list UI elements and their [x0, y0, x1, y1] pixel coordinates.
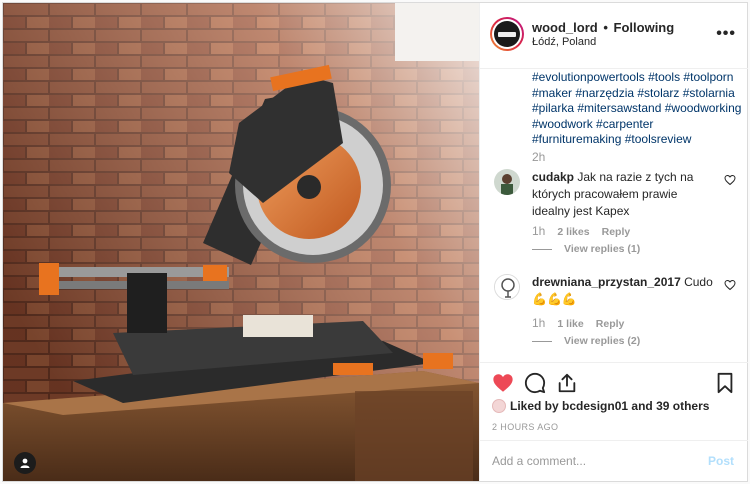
user-tag-icon[interactable]: [14, 452, 36, 474]
reply-button[interactable]: Reply: [602, 226, 631, 238]
share-icon[interactable]: [556, 372, 578, 394]
comment-text: drewniana_przystan_2017 Cudo 💪💪💪: [532, 274, 717, 308]
post-timestamp: 2 HOURS AGO: [492, 422, 559, 432]
commenter-avatar[interactable]: [494, 169, 520, 195]
comment-like-icon[interactable]: [724, 279, 736, 291]
instagram-post: wood_lord • Following Łódź, Poland ••• #…: [2, 2, 748, 482]
post-location[interactable]: Łódź, Poland: [532, 36, 596, 48]
comment-time: 1h: [532, 224, 546, 238]
post-side-panel: wood_lord • Following Łódź, Poland ••• #…: [479, 3, 748, 481]
caption-hashtags[interactable]: #evolutionpowertools #tools #toolporn #m…: [532, 70, 742, 148]
miter-saw-photo: [3, 3, 479, 481]
comment-emoji: 💪💪💪: [532, 292, 577, 306]
follow-status-button[interactable]: Following: [614, 20, 675, 35]
comment-time: 1h: [532, 316, 546, 330]
comment-bubble-icon[interactable]: [524, 372, 546, 394]
comment-like-icon[interactable]: [724, 174, 736, 186]
author-username[interactable]: wood_lord: [532, 20, 598, 35]
author-name-line: wood_lord • Following: [532, 20, 674, 35]
author-avatar[interactable]: [490, 17, 524, 51]
post-header: wood_lord • Following Łódź, Poland •••: [480, 3, 748, 69]
view-replies-button[interactable]: View replies (1): [532, 243, 640, 255]
post-comment-button[interactable]: Post: [708, 454, 734, 468]
post-photo[interactable]: [3, 3, 479, 481]
liked-by-prefix: Liked by: [510, 399, 559, 413]
comment-username[interactable]: drewniana_przystan_2017: [532, 275, 681, 289]
comment-meta: 1h 2 likes Reply: [532, 224, 639, 238]
view-replies-button[interactable]: View replies (2): [532, 335, 640, 347]
likes-summary: Liked by bcdesign01 and 39 others: [492, 399, 709, 413]
liked-by-others[interactable]: and 39 others: [631, 399, 709, 413]
separator-dot: •: [603, 20, 608, 35]
add-comment-bar: Add a comment... Post: [480, 440, 748, 481]
comment-likes[interactable]: 2 likes: [557, 226, 589, 238]
liker-avatar[interactable]: [492, 399, 506, 413]
comment-meta: 1h 1 like Reply: [532, 316, 633, 330]
comment-input[interactable]: Add a comment...: [492, 454, 586, 468]
reply-button[interactable]: Reply: [596, 318, 625, 330]
comment-username[interactable]: cudakp: [532, 170, 574, 184]
post-actions: Liked by bcdesign01 and 39 others 2 HOUR…: [480, 362, 748, 440]
comment-likes[interactable]: 1 like: [557, 318, 583, 330]
liked-by-user[interactable]: bcdesign01: [562, 399, 628, 413]
comment-text: cudakp Jak na razie z tych na których pr…: [532, 169, 717, 220]
bookmark-icon[interactable]: [714, 372, 736, 394]
heart-filled-icon[interactable]: [492, 372, 514, 394]
comments-section[interactable]: #evolutionpowertools #tools #toolporn #m…: [480, 70, 748, 362]
more-options-icon[interactable]: •••: [716, 25, 736, 43]
caption-time: 2h: [532, 150, 546, 164]
commenter-avatar[interactable]: [494, 274, 520, 300]
comment-body: Cudo: [684, 275, 713, 289]
